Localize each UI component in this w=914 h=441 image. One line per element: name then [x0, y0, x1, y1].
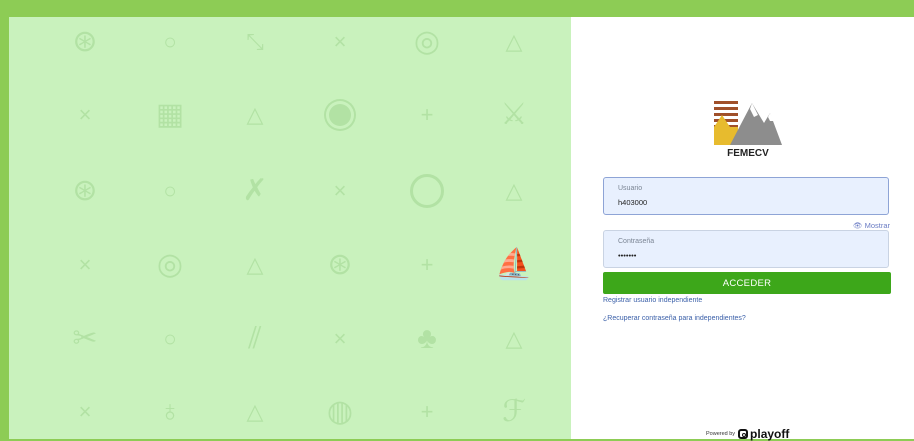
triangle-icon: △ [505, 178, 523, 203]
basketball-icon: ⊛ [72, 25, 98, 58]
top-accent-bar [0, 0, 914, 13]
powered-by-prefix: Powered by [706, 431, 736, 437]
show-password-label: Mostrar [864, 221, 891, 230]
femecv-logo: FEMECV [714, 101, 782, 159]
password-input[interactable] [618, 251, 878, 260]
password-field[interactable]: Contraseña [603, 230, 889, 268]
cross-icon: × [333, 29, 347, 54]
crossed-sticks-icon: ✗ [242, 174, 268, 207]
eye-icon: 👁 [853, 221, 863, 230]
plus-icon: + [420, 252, 434, 277]
show-password-toggle[interactable]: 👁 Mostrar [853, 221, 890, 230]
kayak-icon: ✂ [72, 322, 98, 355]
plus-icon: + [420, 399, 434, 424]
sports-pattern-background: ⊛ ○ ⤡ × ◎ △ × ▦ △ + ⚔ ⊛ ○ ✗ × △ × ◎ △ ⊛ … [9, 17, 571, 439]
recover-password-link[interactable]: ¿Recuperar contraseña para independiente… [603, 315, 746, 322]
username-label: Usuario [618, 185, 643, 192]
paddle-icon: ♁ [158, 395, 182, 428]
register-link[interactable]: Registrar usuario independiente [603, 297, 702, 304]
plus-icon: + [420, 102, 434, 127]
password-label: Contraseña [618, 238, 655, 245]
feather-icon: ℱ [502, 395, 526, 428]
triangle-icon: △ [505, 326, 523, 351]
trophy-icon: ⚔ [500, 98, 528, 131]
target-icon [329, 104, 351, 126]
circle-icon: ○ [163, 326, 177, 351]
horseshoe-icon [410, 174, 444, 208]
triangle-icon: △ [246, 399, 264, 424]
triangle-icon: △ [505, 29, 523, 54]
playoff-logo-icon [738, 429, 749, 439]
cross-icon: × [78, 399, 92, 424]
archery-target-icon: ◎ [156, 248, 184, 281]
sailboat-icon: ⛵ [495, 248, 533, 281]
cross-icon: × [333, 178, 347, 203]
username-field[interactable]: Usuario [603, 177, 889, 215]
cross-icon: × [333, 326, 347, 351]
basketball-icon: ⊛ [327, 248, 353, 281]
racket-icon: ⤡ [246, 29, 264, 54]
logo-text: FEMECV [727, 148, 769, 159]
circle-icon: ○ [163, 29, 177, 54]
ruler-icon: ⫽ [248, 322, 262, 355]
circle-icon: ○ [163, 178, 177, 203]
login-button[interactable]: ACCEDER [603, 272, 891, 294]
shirt-icon: ♣ [417, 322, 437, 355]
goal-net-icon: ▦ [155, 98, 185, 131]
cross-icon: × [78, 102, 92, 127]
username-input[interactable] [618, 198, 878, 207]
tennis-ball-icon: ◍ [326, 395, 354, 428]
login-panel: FEMECV Usuario 👁 Mostrar Contraseña ACCE… [571, 17, 914, 441]
left-accent-bar [0, 13, 9, 439]
volleyball-icon: ◎ [413, 25, 441, 58]
cross-icon: × [78, 252, 92, 277]
triangle-icon: △ [246, 252, 264, 277]
triangle-icon: △ [246, 102, 264, 127]
lifebuoy-icon: ⊛ [72, 174, 98, 207]
